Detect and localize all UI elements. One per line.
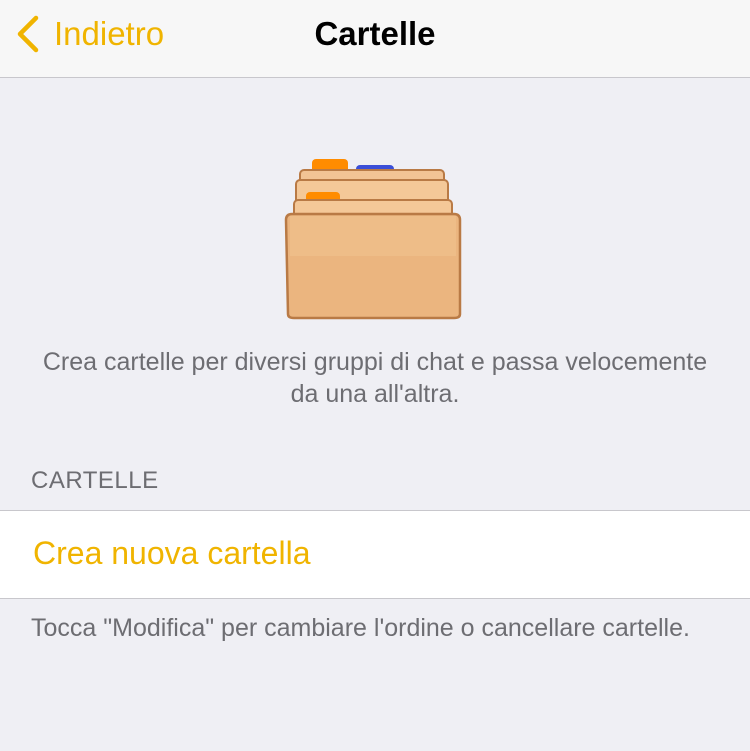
create-folder-button[interactable]: Crea nuova cartella — [33, 535, 310, 572]
section-header: CARTELLE — [31, 467, 159, 494]
intro-description: Crea cartelle per diversi gruppi di chat… — [42, 348, 708, 408]
folders-icon — [284, 159, 462, 320]
page-title: Cartelle — [314, 15, 436, 52]
folders-list: Crea nuova cartella — [0, 510, 750, 599]
section-footer: Tocca "Modifica" per cambiare l'ordine o… — [31, 614, 690, 642]
navigation-bar: Indietro Cartelle — [0, 0, 750, 78]
